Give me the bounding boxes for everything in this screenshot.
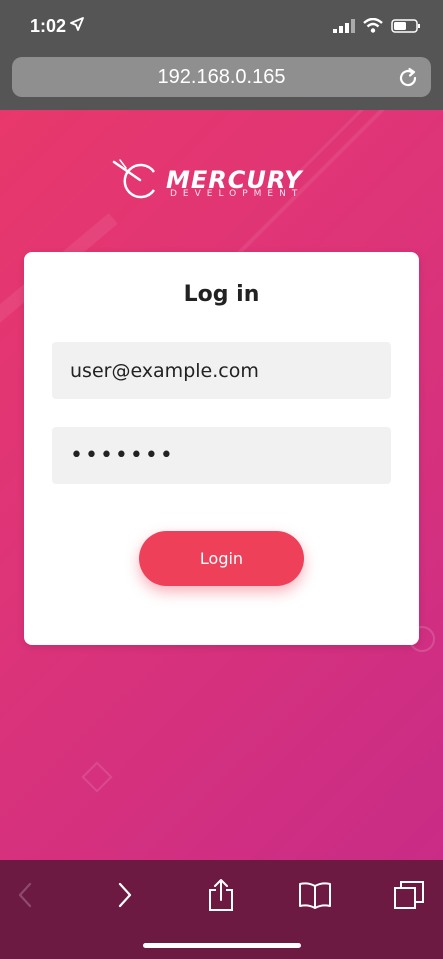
mercury-logo-icon: [112, 159, 156, 199]
back-icon: [18, 882, 32, 908]
login-button[interactable]: Login: [139, 531, 304, 586]
forward-button[interactable]: [108, 878, 142, 912]
login-card: Log in Login: [24, 252, 419, 645]
password-field[interactable]: [52, 427, 391, 484]
back-button[interactable]: [8, 878, 42, 912]
wifi-icon: [363, 18, 383, 33]
home-indicator[interactable]: [143, 943, 301, 948]
page-content: MERCURY DEVELOPMENT Log in Login: [0, 110, 443, 860]
brand-subtitle: DEVELOPMENT: [170, 189, 304, 199]
share-icon: [209, 879, 233, 911]
status-bar: 1:02: [0, 0, 443, 52]
address-bar[interactable]: 192.168.0.165: [12, 57, 431, 97]
brand-logo: MERCURY DEVELOPMENT: [110, 158, 330, 208]
reload-icon[interactable]: [397, 67, 419, 89]
status-indicators: [333, 18, 421, 33]
login-title: Log in: [183, 282, 260, 307]
tabs-icon: [394, 881, 424, 909]
location-arrow-icon: [70, 17, 84, 31]
cellular-signal-icon: [333, 18, 355, 33]
email-field[interactable]: [52, 342, 391, 399]
tabs-button[interactable]: [392, 878, 426, 912]
bookmarks-icon: [299, 882, 331, 909]
url-text: 192.168.0.165: [157, 65, 286, 88]
status-time: 1:02: [30, 16, 67, 36]
decorative-diamond: [81, 761, 113, 793]
bookmarks-button[interactable]: [298, 878, 332, 912]
browser-top-chrome: 1:02 192.168.0.165: [0, 0, 443, 110]
battery-icon: [391, 18, 420, 33]
forward-icon: [118, 882, 132, 908]
share-button[interactable]: [204, 878, 238, 912]
